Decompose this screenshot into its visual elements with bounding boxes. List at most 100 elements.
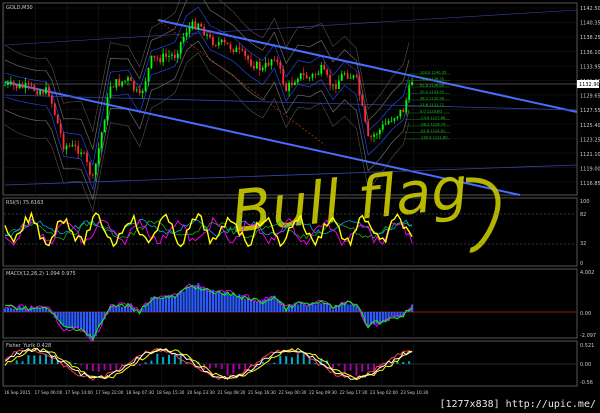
fisher-bar <box>21 361 24 364</box>
candle-body <box>168 55 170 57</box>
macd-bar <box>118 305 121 312</box>
macd-bar <box>346 304 349 312</box>
fisher-bar <box>273 362 276 364</box>
candle-body <box>203 26 206 36</box>
fisher-bar <box>150 360 153 364</box>
fisher-bar <box>9 364 12 365</box>
fisher-level-bottom: -0.56 <box>580 380 593 386</box>
fisher-level-zero: 0.00 <box>580 362 591 368</box>
candle-body <box>39 90 42 95</box>
fib-level-label: 61.8 1134.89 <box>420 84 445 88</box>
candle-body <box>153 55 156 58</box>
candle-body <box>4 84 6 86</box>
price-label: 1123.25 <box>580 137 600 143</box>
rsi-level-100: 100 <box>580 199 590 205</box>
candle-body <box>232 49 235 53</box>
fisher-bar <box>361 364 364 372</box>
candle-body <box>106 97 109 121</box>
candle-body <box>36 90 39 95</box>
fisher-bar <box>109 364 112 371</box>
candle-body <box>288 82 290 92</box>
macd-level-bottom: -2.097 <box>580 333 596 339</box>
candle-body <box>191 21 194 28</box>
candle-body <box>33 85 36 91</box>
macd-bar <box>170 295 174 312</box>
candle-body <box>127 77 129 81</box>
fisher-bar <box>349 364 352 371</box>
fisher-bar <box>80 364 83 366</box>
fib-level-label: 100.0 1140.35 <box>420 71 446 75</box>
macd-bar <box>229 294 232 312</box>
candle-body <box>91 174 94 176</box>
fisher-bar <box>91 364 94 372</box>
fisher-bar <box>138 364 141 366</box>
candle-body <box>352 75 355 78</box>
macd-bar <box>162 297 165 312</box>
macd-bar <box>317 302 320 312</box>
fisher-bar <box>267 363 270 365</box>
candle-body <box>50 95 53 104</box>
fisher-bar <box>396 362 399 364</box>
time-label: 16 Sep 2015 <box>4 390 31 395</box>
candle-body <box>86 152 88 163</box>
candle-body <box>279 62 282 69</box>
macd-bar <box>208 289 212 312</box>
candle-body <box>171 54 173 56</box>
candle-body <box>387 120 390 124</box>
fisher-bar <box>285 356 288 364</box>
candle-body <box>18 84 21 89</box>
trading-chart: GOLD,M30 1142.50 1140.35 1138.25 1136.10 113… <box>0 0 600 413</box>
macd-bar <box>191 284 194 312</box>
price-label: 1125.40 <box>580 123 600 129</box>
time-label: 17 Sep 14:00 <box>65 390 93 395</box>
candle-body <box>255 61 258 69</box>
candle-body <box>276 59 279 63</box>
fisher-bar <box>86 364 88 370</box>
macd-bar <box>323 302 326 312</box>
candle-body <box>212 37 214 46</box>
current-price-label: 1132.90 <box>579 82 600 88</box>
candle-body <box>42 90 44 94</box>
macd-bar <box>185 286 188 312</box>
macd-bar <box>68 312 71 328</box>
macd-bar <box>80 312 83 330</box>
candle-body <box>121 81 124 86</box>
candle-body <box>378 129 381 135</box>
candle-body <box>299 73 302 79</box>
macd-bar <box>82 312 86 333</box>
macd-bar <box>200 287 203 312</box>
candle-body <box>15 85 18 89</box>
candle-body <box>206 34 208 36</box>
candle-body <box>343 73 346 75</box>
candle-body <box>179 41 182 54</box>
candle-body <box>402 109 405 113</box>
fib-level-label: 23.6 1131.72 <box>420 103 444 107</box>
candle-body <box>332 84 334 86</box>
candle-body <box>373 134 375 137</box>
macd-bar <box>331 309 335 312</box>
candle-body <box>182 36 185 42</box>
candle-body <box>12 81 15 86</box>
watermark: [1277x838] http://upic.me/ <box>439 399 596 410</box>
time-label: 22 Sep 17:30 <box>340 390 368 395</box>
candle-body <box>223 39 226 43</box>
candle-body <box>144 81 147 91</box>
candle-body <box>197 23 200 29</box>
time-label: 23 Sep 02:00 <box>370 390 398 395</box>
candle-body <box>393 118 396 121</box>
fisher-bar <box>296 354 299 364</box>
candle-body <box>258 61 261 71</box>
candle-body <box>159 58 162 63</box>
macd-bar <box>182 291 185 312</box>
candle-body <box>135 89 138 91</box>
candle-body <box>214 45 217 46</box>
price-label: 1127.55 <box>580 108 600 114</box>
candle-body <box>264 62 267 68</box>
fisher-bar <box>279 355 282 364</box>
fisher-bar <box>33 355 36 364</box>
macd-bar <box>9 307 12 312</box>
candle-body <box>314 74 317 75</box>
fisher-bar <box>168 354 170 364</box>
rsi-label: RSI(5) 75.6163 <box>6 200 43 206</box>
candle-body <box>241 48 244 51</box>
